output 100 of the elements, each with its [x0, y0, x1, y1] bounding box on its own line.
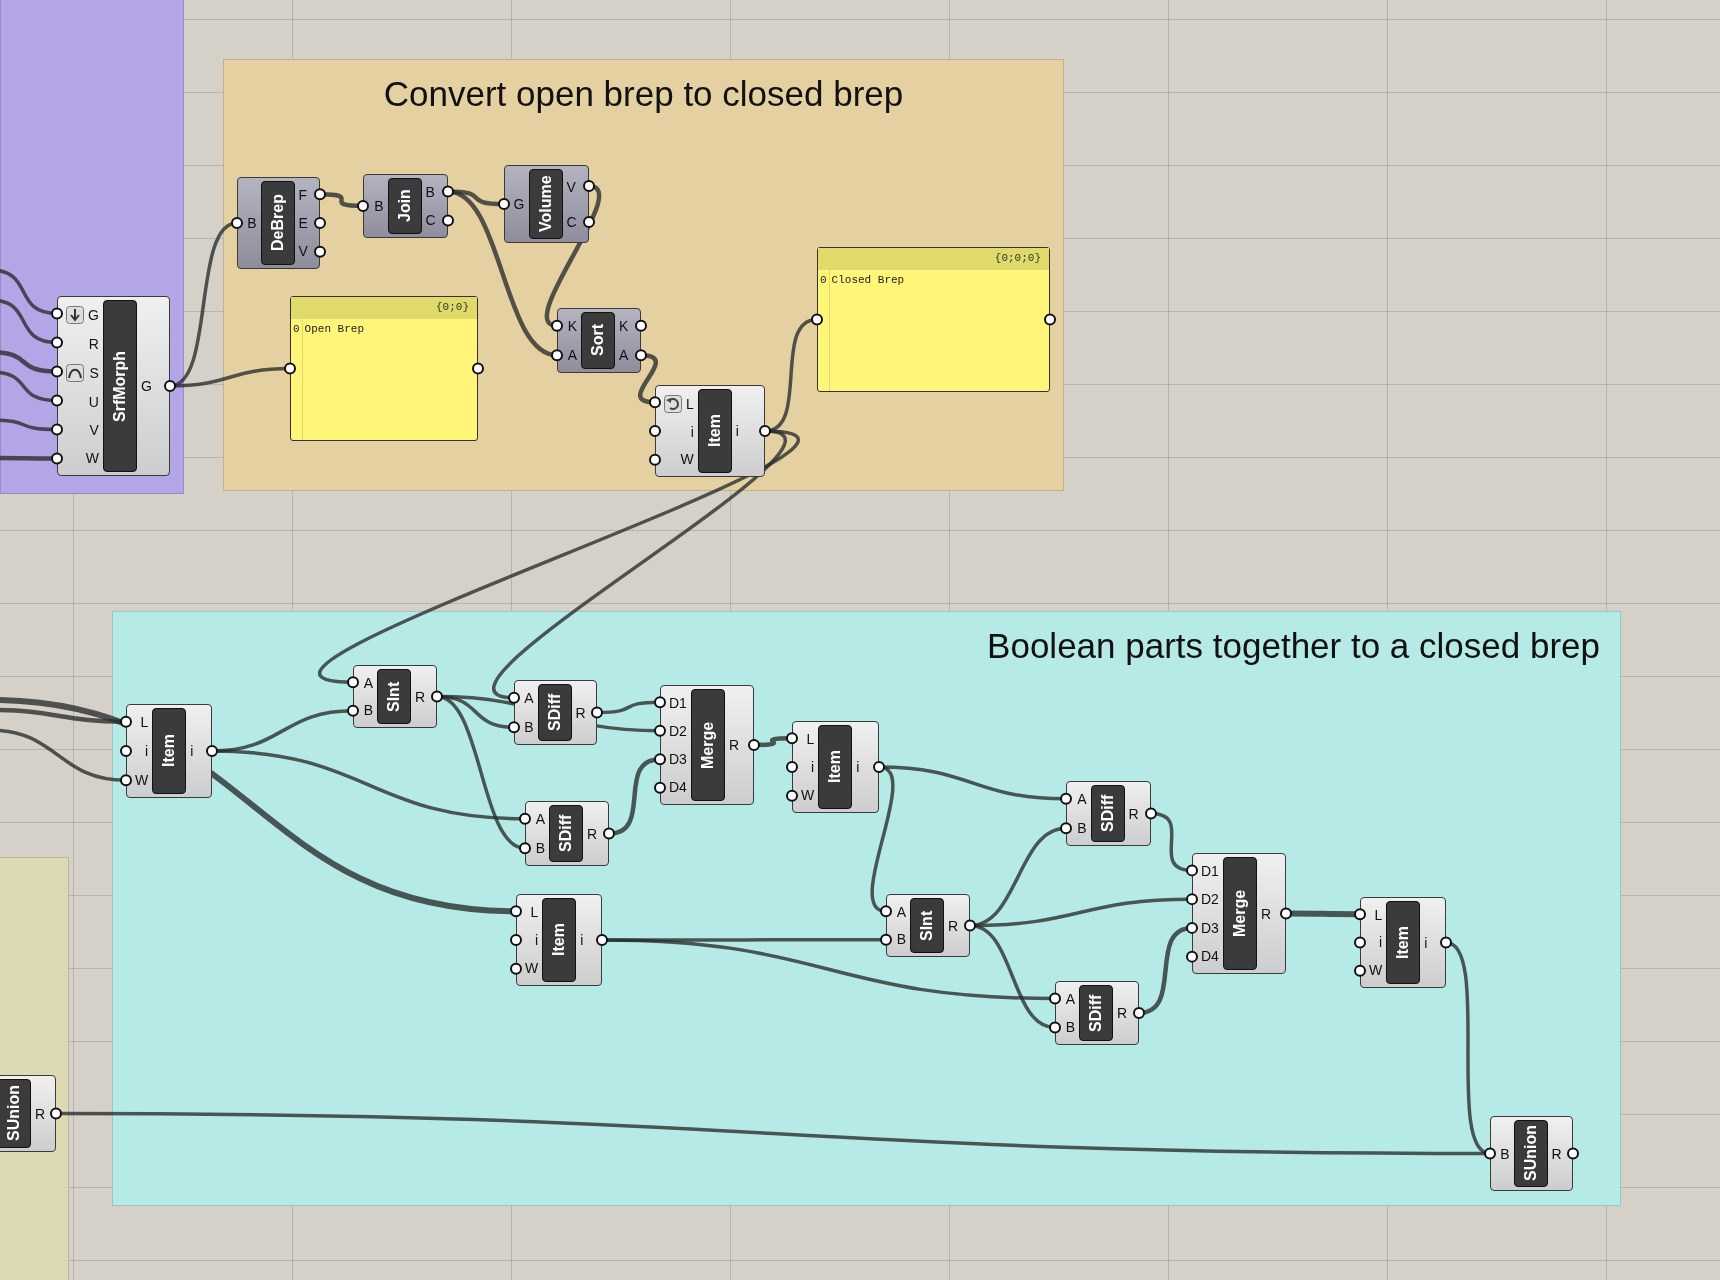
input-port[interactable]	[654, 724, 666, 737]
input-port[interactable]	[1484, 1147, 1496, 1160]
input-port[interactable]	[1354, 964, 1366, 977]
input-port[interactable]	[1186, 864, 1198, 877]
input-port[interactable]	[1049, 992, 1061, 1005]
output-port[interactable]	[583, 180, 595, 192]
component-node[interactable]: B SUnion R	[1490, 1116, 1573, 1191]
input-port[interactable]	[1186, 893, 1198, 906]
input-port[interactable]	[1049, 1021, 1061, 1034]
input-port[interactable]	[654, 696, 666, 709]
input-port[interactable]	[1354, 908, 1366, 921]
output-port[interactable]	[206, 745, 218, 757]
component-name: SDiff	[537, 684, 572, 741]
component-node[interactable]: SUnion R	[0, 1075, 56, 1152]
input-port[interactable]	[510, 934, 522, 946]
port-label: i	[1424, 934, 1428, 951]
input-port[interactable]	[120, 715, 132, 728]
input-port[interactable]	[880, 905, 892, 918]
input-port[interactable]	[508, 691, 520, 704]
port-label: W	[801, 787, 815, 803]
output-port[interactable]	[472, 362, 484, 375]
input-port[interactable]	[120, 745, 132, 757]
input-port[interactable]	[786, 732, 798, 745]
port-label: B	[374, 198, 384, 214]
input-port[interactable]	[51, 452, 63, 465]
port-label: K	[619, 318, 629, 335]
component-node[interactable]: L i W Item i	[1360, 897, 1446, 988]
output-port[interactable]	[431, 690, 443, 703]
input-port[interactable]	[786, 789, 798, 802]
component-node[interactable]: L i W Item i	[655, 385, 765, 477]
panel[interactable]: {0;0;0} 0 Closed Brep	[817, 247, 1050, 392]
output-port[interactable]	[442, 185, 454, 198]
output-port[interactable]	[873, 761, 885, 773]
input-port[interactable]	[649, 453, 661, 466]
input-port[interactable]	[357, 200, 369, 212]
component-node[interactable]: L i W Item i	[126, 704, 212, 798]
input-port[interactable]	[51, 365, 63, 378]
output-port[interactable]	[1280, 907, 1292, 920]
input-port[interactable]	[120, 774, 132, 787]
input-port[interactable]	[654, 781, 666, 794]
output-port[interactable]	[748, 739, 760, 751]
output-port[interactable]	[314, 217, 326, 229]
output-port[interactable]	[164, 380, 176, 392]
input-port[interactable]	[284, 362, 296, 375]
input-port[interactable]	[519, 812, 531, 825]
output-port[interactable]	[1133, 1007, 1145, 1019]
input-port[interactable]	[347, 704, 359, 717]
input-port[interactable]	[649, 396, 661, 409]
panel[interactable]: {0;0} 0 Open Brep	[290, 296, 478, 441]
data-path: {0;0}	[291, 297, 477, 319]
input-port[interactable]	[551, 319, 563, 332]
wire	[638, 353, 658, 405]
input-port[interactable]	[508, 721, 520, 734]
output-port[interactable]	[591, 706, 603, 719]
input-port[interactable]	[654, 753, 666, 766]
output-port[interactable]	[1440, 936, 1452, 949]
input-port[interactable]	[51, 394, 63, 407]
output-port[interactable]	[603, 827, 615, 840]
output-port[interactable]	[964, 919, 976, 932]
output-port[interactable]	[596, 934, 608, 946]
input-port[interactable]	[231, 217, 243, 229]
output-port[interactable]	[314, 188, 326, 201]
input-port[interactable]	[347, 676, 359, 689]
input-port[interactable]	[1354, 936, 1366, 949]
component-name: Item	[697, 389, 732, 473]
output-port[interactable]	[1567, 1147, 1579, 1160]
group-title: Boolean parts together to a closed brep	[986, 625, 1601, 666]
input-port[interactable]	[811, 313, 823, 326]
port-label: A	[1065, 991, 1075, 1007]
input-port[interactable]	[649, 425, 661, 437]
output-port[interactable]	[759, 425, 771, 437]
input-port[interactable]	[498, 198, 510, 210]
output-port[interactable]	[635, 319, 647, 332]
input-port[interactable]	[1186, 921, 1198, 934]
component-node[interactable]: L i W Item i	[516, 894, 602, 986]
input-port[interactable]	[880, 933, 892, 946]
port-label: D4	[669, 779, 687, 795]
input-port[interactable]	[510, 905, 522, 918]
output-port[interactable]	[635, 349, 647, 362]
input-port[interactable]	[1186, 950, 1198, 963]
input-port[interactable]	[786, 761, 798, 773]
port-label: D1	[669, 695, 687, 711]
input-port[interactable]	[519, 842, 531, 855]
output-port[interactable]	[314, 245, 326, 258]
input-port[interactable]	[1060, 792, 1072, 805]
input-port[interactable]	[51, 307, 63, 320]
input-port[interactable]	[551, 349, 563, 362]
component-name: DeBrep	[260, 181, 295, 265]
port-label: A	[535, 811, 545, 828]
input-port[interactable]	[51, 336, 63, 349]
component-node[interactable]: L i W Item i	[792, 721, 879, 813]
input-port[interactable]	[510, 962, 522, 975]
output-port[interactable]	[1044, 313, 1056, 326]
output-port[interactable]	[50, 1107, 62, 1120]
output-port[interactable]	[442, 214, 454, 227]
port-label: G	[88, 307, 99, 323]
output-port[interactable]	[583, 216, 595, 228]
input-port[interactable]	[51, 423, 63, 436]
output-port[interactable]	[1145, 807, 1157, 820]
input-port[interactable]	[1060, 822, 1072, 835]
